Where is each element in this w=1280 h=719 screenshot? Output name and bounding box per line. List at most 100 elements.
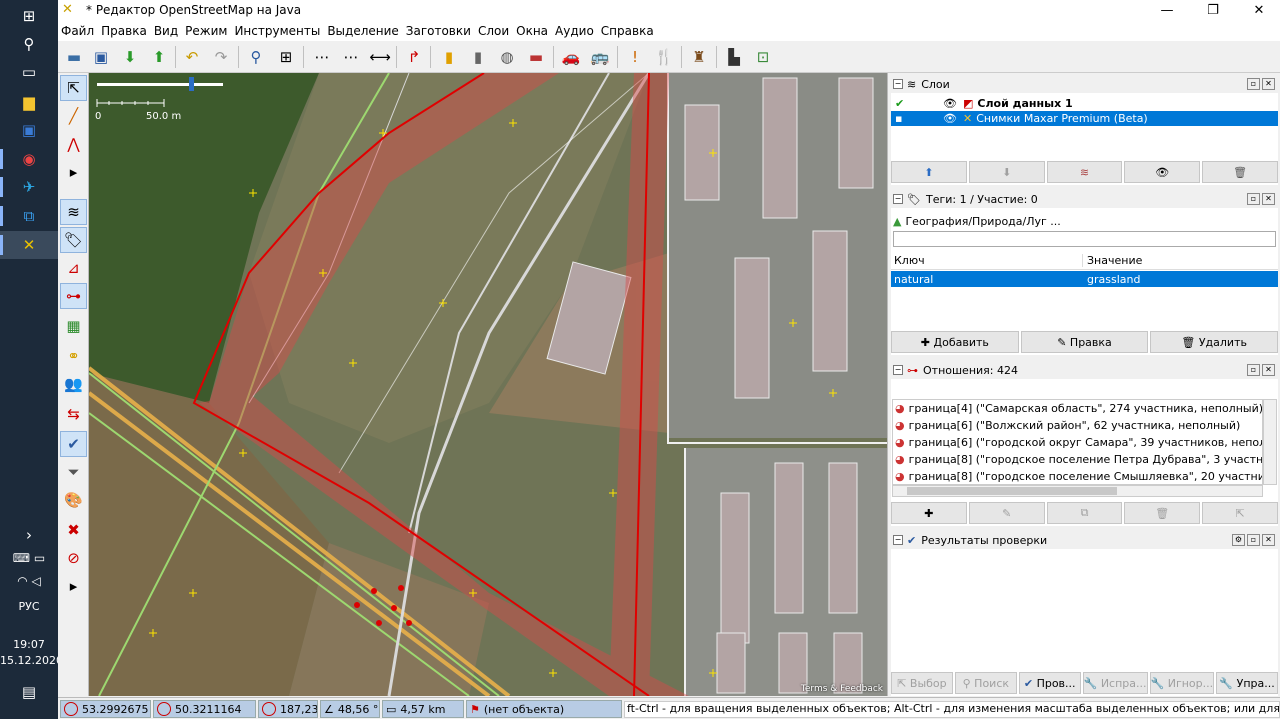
redo-icon[interactable]: ↷	[208, 44, 234, 70]
file-explorer-icon[interactable]: ▆	[0, 88, 58, 116]
map-view[interactable]: 0 50.0 m Terms & Feedback	[89, 73, 887, 696]
menu-edit[interactable]: Правка	[98, 24, 150, 38]
ignore-button[interactable]: 🔧 Игнор...	[1149, 672, 1215, 694]
layer-row-imagery[interactable]: ▪ 👁 ✕ Снимки Maxar Premium (Beta)	[891, 111, 1278, 126]
restore-icon[interactable]: ❐	[1190, 0, 1236, 20]
undo-icon[interactable]: ↶	[179, 44, 205, 70]
more-tools-arrow-icon[interactable]: ▸	[60, 159, 87, 185]
close-panel-icon[interactable]: ✕	[1262, 78, 1275, 90]
relations-panel-header[interactable]: − ⊶ Отношения: 424 ▫ ✕	[891, 361, 1278, 379]
clock[interactable]: 19:07 15.12.2020	[0, 637, 63, 669]
search-icon[interactable]: ⚲	[243, 44, 269, 70]
detach-icon[interactable]: ▫	[1247, 193, 1260, 205]
menu-selection[interactable]: Выделение	[324, 24, 401, 38]
bus-preset-icon[interactable]: 🚌	[587, 44, 613, 70]
menu-layers[interactable]: Слои	[475, 24, 512, 38]
menu-presets[interactable]: Заготовки	[403, 24, 474, 38]
close-panel-icon[interactable]: ✕	[1262, 364, 1275, 376]
layer-row-data[interactable]: ✔ 👁 ◩ Слой данных 1	[891, 96, 1278, 111]
filter-icon[interactable]: ⏷	[60, 459, 87, 485]
move-up-button[interactable]: ⬆	[891, 161, 967, 183]
minimap-icon[interactable]: ⊘	[60, 545, 87, 571]
map-paint-icon[interactable]: ▦	[60, 313, 87, 339]
road-preset-icon[interactable]: ▮	[465, 44, 491, 70]
direction-icon[interactable]: ↱	[401, 44, 427, 70]
select-mode-icon[interactable]: ⇱	[60, 75, 87, 101]
notes-icon[interactable]: ✖	[60, 517, 87, 543]
reverse-way-icon[interactable]: ⟷	[367, 44, 393, 70]
changeset-icon[interactable]: ⇆	[60, 401, 87, 427]
layers-toggle-icon[interactable]: ≋	[60, 199, 87, 225]
josm-taskbar-icon[interactable]: ✕	[0, 231, 58, 259]
collapse-icon[interactable]: −	[893, 365, 903, 375]
list-item[interactable]: ◕ граница[6] ("Волжский район", 62 участн…	[893, 417, 1262, 434]
open-file-icon[interactable]: ▬	[61, 44, 87, 70]
move-down-button[interactable]: ⬇	[968, 161, 1045, 183]
select-relation-button[interactable]: ⇱	[1202, 502, 1278, 524]
validate-button[interactable]: ✔ Пров...	[1018, 672, 1081, 694]
menu-help[interactable]: Справка	[598, 24, 657, 38]
close-icon[interactable]: ✕	[1236, 0, 1280, 20]
download-icon[interactable]: ⬇	[117, 44, 143, 70]
value-column-header[interactable]: Значение	[1083, 254, 1142, 267]
authors-icon[interactable]: 👥	[60, 371, 87, 397]
menu-file[interactable]: Файл	[58, 24, 97, 38]
map-style-icon[interactable]: 🎨	[60, 487, 87, 513]
activate-layer-button[interactable]: ≋	[1046, 161, 1123, 183]
layers-panel-header[interactable]: − ≋ Слои ▫ ✕	[891, 75, 1278, 93]
delete-tag-button[interactable]: 🗑 Удалить	[1150, 331, 1279, 353]
add-relation-button[interactable]: ✚	[891, 502, 967, 524]
traffic-light-preset-icon[interactable]: ▮	[436, 44, 462, 70]
tags-toggle-icon[interactable]: 🏷	[60, 227, 87, 253]
menu-mode[interactable]: Режим	[182, 24, 230, 38]
relation-editor-icon[interactable]: ⊿	[60, 255, 87, 281]
detach-icon[interactable]: ▫	[1247, 78, 1260, 90]
search-icon[interactable]: ⚲	[0, 30, 58, 58]
duplicate-relation-button[interactable]: ⧉	[1046, 502, 1123, 524]
validation-panel-header[interactable]: − ✔ Результаты проверки ⚙ ▫ ✕	[891, 531, 1278, 549]
barrier-preset-icon[interactable]: ▬	[523, 44, 549, 70]
detach-icon[interactable]: ▫	[1247, 364, 1260, 376]
save-icon[interactable]: ▣	[88, 44, 114, 70]
preferences-icon[interactable]: ⊞	[273, 44, 299, 70]
menu-tools[interactable]: Инструменты	[231, 24, 323, 38]
close-panel-icon[interactable]: ✕	[1262, 193, 1275, 205]
validation-toggle-icon[interactable]: ✔	[60, 431, 87, 457]
vscode-icon[interactable]: ⧉	[0, 202, 58, 230]
relations-toggle-icon[interactable]: ⊶	[60, 283, 87, 309]
table-row[interactable]: natural grassland	[891, 271, 1278, 287]
factory-preset-icon[interactable]: ▙	[721, 44, 747, 70]
collapse-icon[interactable]: −	[893, 194, 903, 204]
preset-link[interactable]: ▲ География/Природа/Луг ...	[893, 212, 1061, 230]
settings-icon[interactable]: ⚙	[1232, 534, 1245, 546]
menu-windows[interactable]: Окна	[513, 24, 551, 38]
chrome-icon[interactable]: ◉	[0, 145, 58, 173]
visibility-eye-icon[interactable]: 👁	[943, 112, 957, 125]
combine-way-icon[interactable]: ⋯	[338, 44, 364, 70]
list-item[interactable]: ◕ граница[4] ("Самарская область", 274 уч…	[893, 400, 1262, 417]
wifi-volume-icons[interactable]: ◠ ◁	[0, 567, 58, 595]
horizontal-scrollbar[interactable]	[892, 485, 1263, 497]
edit-tag-button[interactable]: ✎ Правка	[1020, 331, 1149, 353]
menu-audio[interactable]: Аудио	[552, 24, 597, 38]
language-indicator[interactable]: РУС	[0, 600, 58, 613]
delete-layer-button[interactable]: 🗑	[1202, 161, 1278, 183]
improve-way-icon[interactable]: ⋀	[60, 131, 87, 157]
add-tag-button[interactable]: ✚ Добавить	[891, 331, 1019, 353]
visibility-eye-icon[interactable]: 👁	[943, 97, 957, 110]
conflict-icon[interactable]: ⚭	[60, 343, 87, 369]
telegram-icon[interactable]: ✈	[0, 173, 58, 201]
search-button[interactable]: ⚲ Поиск	[954, 672, 1017, 694]
list-item[interactable]: ◕ граница[6] ("городской округ Самара", 3…	[893, 434, 1262, 451]
menu-view[interactable]: Вид	[151, 24, 181, 38]
task-view-icon[interactable]: ▭	[0, 58, 58, 86]
split-way-icon[interactable]: ⋯	[309, 44, 335, 70]
detach-icon[interactable]: ▫	[1247, 534, 1260, 546]
edit-relation-button[interactable]: ✎	[968, 502, 1045, 524]
more-toggles-arrow-icon[interactable]: ▸	[60, 573, 87, 599]
map-canvas[interactable]	[89, 73, 887, 696]
select-button[interactable]: ⇱ Выбор	[891, 672, 953, 694]
castle-preset-icon[interactable]: ♜	[686, 44, 712, 70]
vertical-scrollbar[interactable]	[1263, 399, 1277, 485]
notifications-icon[interactable]: ▤	[0, 678, 58, 706]
